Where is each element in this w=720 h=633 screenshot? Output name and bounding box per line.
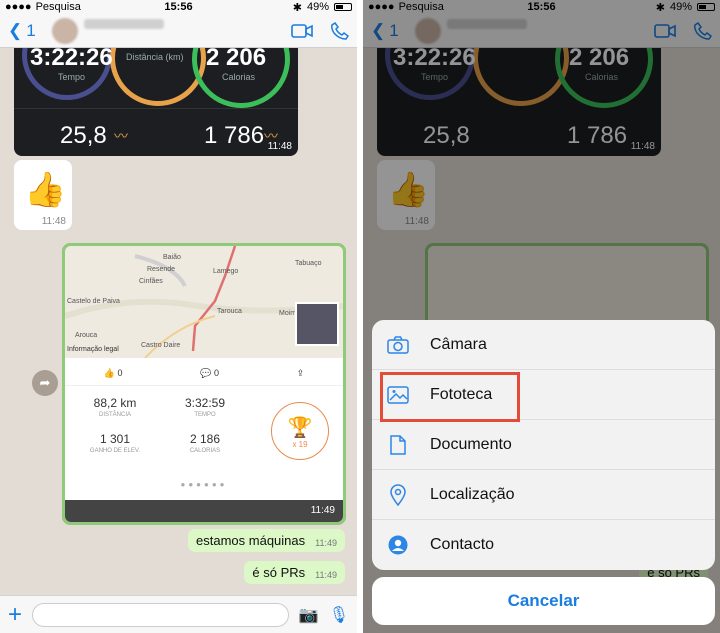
message-time: 11:49 [315,538,337,548]
location-icon [386,483,410,507]
cancel-button[interactable]: Cancelar [372,577,715,625]
pulse-icon: 〰 [114,128,128,144]
forward-button[interactable]: ➦ [32,370,58,396]
document-icon [386,433,410,457]
contact-icon [386,533,410,557]
avg-speed-value: 25,8 [60,122,107,149]
map-place: Lamego [213,268,239,275]
option-camera[interactable]: Câmara [372,320,715,370]
attachment-action-sheet: Câmara Fototeca Documento Localização Co… [372,320,715,570]
map-place: Cinfães [139,278,163,285]
add-attachment-button[interactable]: + [8,601,22,629]
map-place: Tarouca [217,308,242,315]
map-place: Arouca [75,332,98,339]
message-input[interactable] [32,602,289,627]
duration-label: Tempo [58,72,86,82]
status-bar: ●●●● Pesquisa 15:56 ✱ 49% [0,0,357,14]
chat-screen-left: ●●●● Pesquisa 15:56 ✱ 49% ❮ 1 3:22:26 Tempo… [0,0,357,633]
timestamp: 11:48 [41,216,66,227]
chat-header: ❮ 1 [0,14,357,48]
duration-value: 3:22:26 [30,48,113,71]
option-label: Documento [430,435,512,453]
chat-area[interactable]: 3:22:26 Tempo Distância (km) 2 206 Calor… [0,48,357,595]
distance-value: 2 206 [206,48,267,71]
message-time: 11:49 [315,570,337,580]
distance-label: Distância (km) [126,52,184,62]
sticker-message[interactable]: 👍 11:48 [14,160,72,230]
camera-icon[interactable]: 📷 [299,605,319,625]
map-place: Baião [163,254,181,261]
activity-card-image[interactable]: Baião Resende Lamego Tabuaço Castelo de … [62,243,346,525]
distance-metric: 88,2 km DISTÂNCIA [93,396,137,418]
option-contact[interactable]: Contacto [372,520,715,570]
map-place: Castro Daire [141,342,181,349]
back-button[interactable]: ❮ 1 [8,21,36,41]
elevation-value: 1 786 [204,122,265,149]
contact-name-blurred[interactable] [83,18,164,29]
comment-button[interactable]: 💬 0 [200,368,219,379]
option-label: Câmara [430,335,487,353]
map-place: Resende [147,266,176,273]
calories-metric: 2 186 CALORIAS [189,432,221,454]
elevation-metric: 1 301 GANHO DE ELEV. [89,432,141,454]
map-place: Castelo de Paiva [67,298,120,305]
battery-icon [334,3,352,11]
trophy-icon: 🏆 [287,417,313,439]
trophy-badge: 🏆 x 19 [271,402,329,460]
message-text: estamos máquinas [196,533,306,548]
message-text: é só PRs [252,565,306,580]
option-location[interactable]: Localização [372,470,715,520]
chat-screen-right: ●●●● Pesquisa 15:56 ✱ 49% ❮ 1 3:22:26 Tempo… [363,0,720,633]
message-bubble[interactable]: é só PRs 11:49 [244,561,345,584]
photo-strip: 11:49 [65,500,343,522]
map-place: Tabuaço [295,260,322,267]
camera-icon [386,333,410,357]
activity-photo[interactable] [295,302,339,346]
video-call-icon[interactable] [291,23,313,38]
option-document[interactable]: Documento [372,420,715,470]
legal-link[interactable]: Informação legal [67,346,119,353]
timestamp: 11:48 [267,141,292,152]
microphone-icon[interactable]: 🎙 [329,605,349,625]
like-button[interactable]: 👍 0 [104,368,123,379]
option-label: Localização [430,485,515,503]
avatar[interactable] [51,17,78,44]
input-bar: + 📷 🎙 [0,595,357,633]
thumbs-up-icon: 👍 [24,171,67,209]
calories-label: Calorias [222,72,256,82]
page-dots: ●●●●●● [180,480,228,489]
share-icon[interactable]: ⇪ [297,368,305,379]
timestamp: 11:49 [310,505,335,516]
divider [14,108,298,109]
time-metric: 3:32:59 TEMPO [184,396,226,418]
clock: 15:56 [164,1,193,13]
activity-stats-image[interactable]: 3:22:26 Tempo Distância (km) 2 206 Calor… [14,48,298,156]
message-bubble[interactable]: estamos máquinas 11:49 [188,529,345,552]
map: Baião Resende Lamego Tabuaço Castelo de … [65,246,343,358]
highlight-box [380,372,520,422]
back-count: 1 [26,20,36,40]
phone-call-icon[interactable] [331,21,349,40]
activity-actions: 👍 0 💬 0 ⇪ [65,362,343,386]
chevron-left-icon: ❮ [8,20,23,40]
option-label: Contacto [430,536,495,553]
